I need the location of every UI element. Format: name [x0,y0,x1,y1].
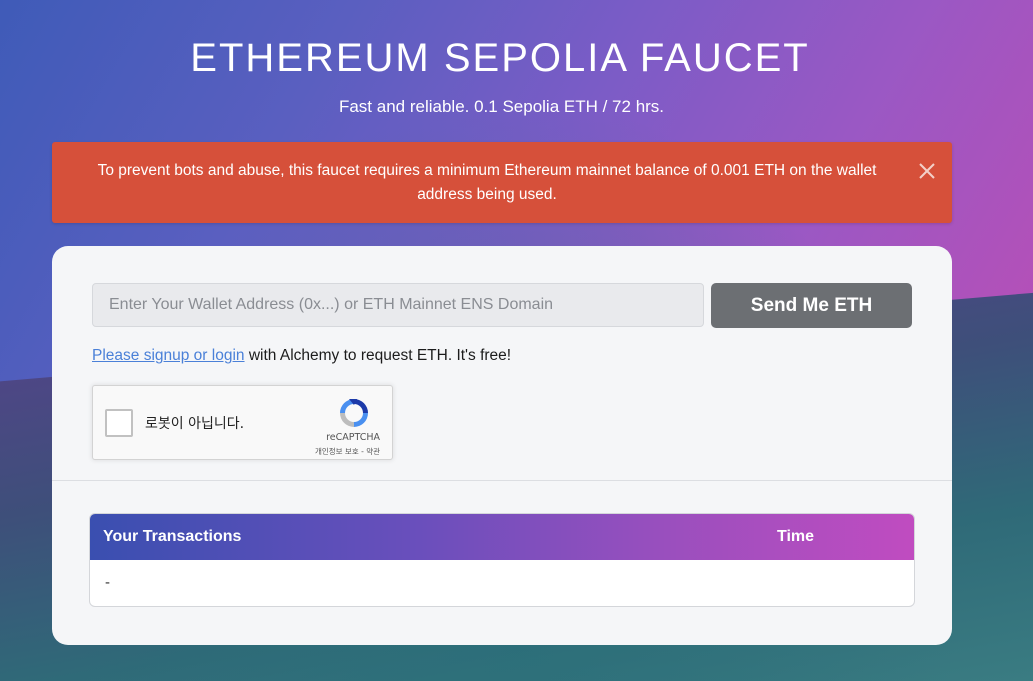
transactions-table: Your Transactions Time - [89,513,915,607]
recaptcha-label: 로봇이 아닙니다. [145,416,245,432]
signup-prompt: Please signup or login with Alchemy to r… [92,347,511,365]
transactions-empty-row: - [105,574,110,591]
recaptcha-logo-icon [340,399,368,427]
page-subtitle: Fast and reliable. 0.1 Sepolia ETH / 72 … [338,97,665,116]
send-me-eth-button[interactable]: Send Me ETH [711,283,912,328]
recaptcha-widget: 로봇이 아닙니다. reCAPTCHA 개인정보 보호 - 약관 [92,385,393,460]
signup-login-link[interactable]: Please signup or login [92,347,245,364]
faucet-card: Send Me ETH Please signup or login with … [52,246,952,645]
column-header-time: Time [777,528,815,545]
recaptcha-checkbox[interactable] [105,409,133,437]
signup-prompt-text: with Alchemy to request ETH. It's free! [244,347,512,364]
balance-requirement-alert: To prevent bots and abuse, this faucet r… [52,142,952,223]
recaptcha-terms-link[interactable]: 개인정보 보호 - 약관 [315,446,380,457]
wallet-address-input[interactable] [92,283,704,327]
alert-message: To prevent bots and abuse, this faucet r… [97,162,877,203]
close-icon[interactable] [918,162,936,180]
page-title: ETHEREUM SEPOLIA FAUCET [190,36,810,80]
column-header-transactions: Your Transactions [103,528,242,545]
recaptcha-brand: reCAPTCHA [326,432,380,443]
transactions-table-header: Your Transactions Time [90,514,914,560]
card-divider [52,480,952,481]
